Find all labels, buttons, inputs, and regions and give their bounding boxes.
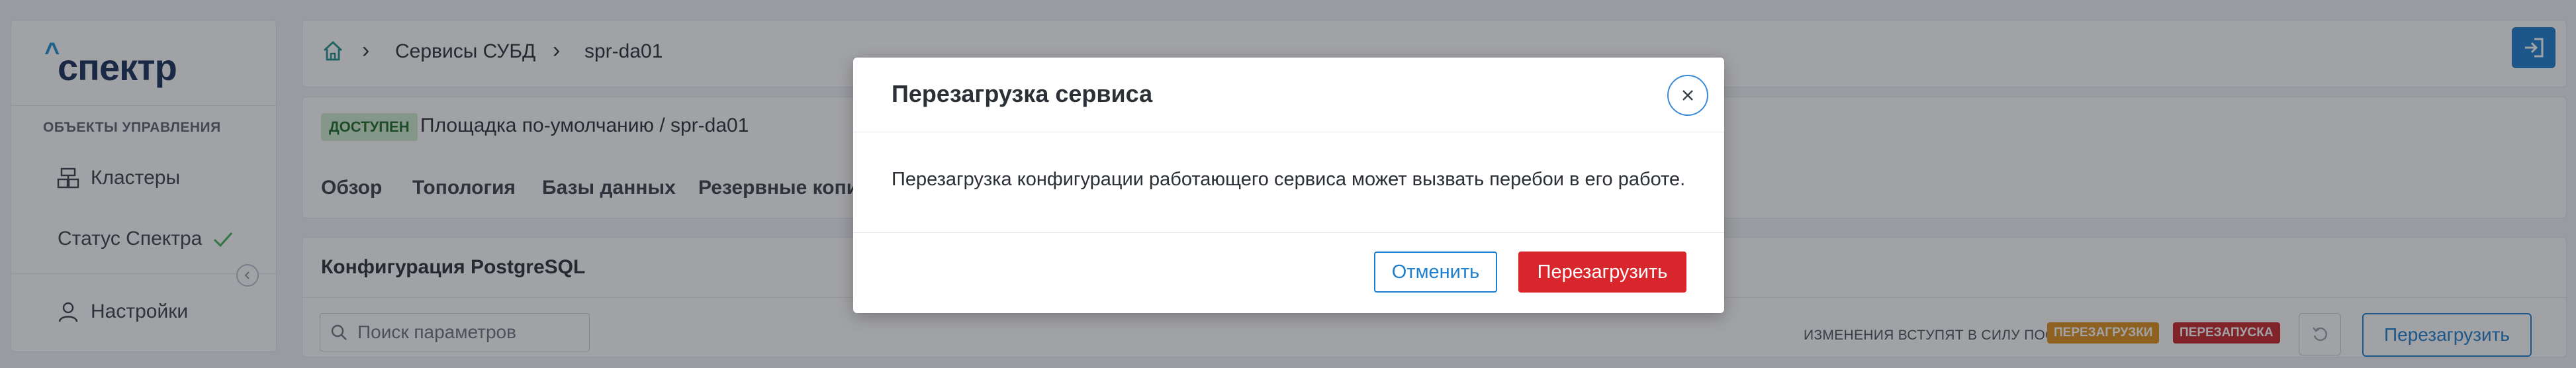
cancel-button[interactable]: Отменить xyxy=(1374,252,1497,293)
close-icon xyxy=(1682,90,1693,101)
divider xyxy=(853,232,1724,233)
dialog-message: Перезагрузка конфигурации работающего се… xyxy=(892,169,1686,190)
restart-dialog: Перезагрузка сервиса Перезагрузка конфиг… xyxy=(853,58,1724,313)
close-button[interactable] xyxy=(1667,75,1708,116)
dialog-title: Перезагрузка сервиса xyxy=(892,80,1153,107)
confirm-restart-button[interactable]: Перезагрузить xyxy=(1518,252,1686,293)
